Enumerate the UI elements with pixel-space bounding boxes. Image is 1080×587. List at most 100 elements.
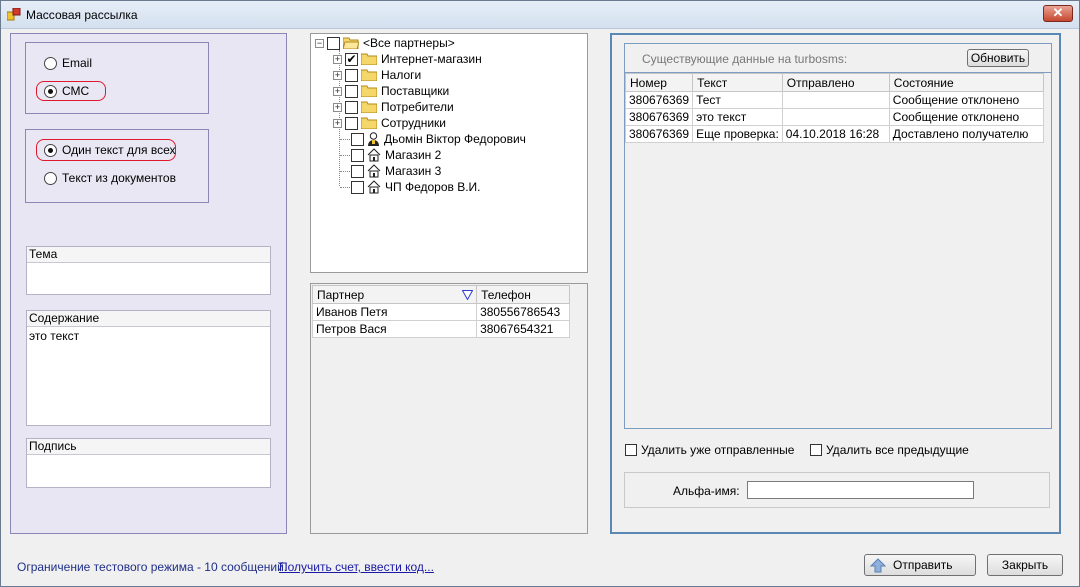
radio-doc-text[interactable]: Текст из документов [44,171,176,185]
delete-all-label: Удалить все предыдущие [826,443,969,457]
tree-node-checkbox[interactable] [351,148,364,162]
cell-sent[interactable] [781,108,890,126]
tree-node-checkbox[interactable] [345,68,358,82]
cell-number[interactable]: 380676369 [624,108,694,126]
send-button[interactable]: Отправить [864,554,976,576]
folder-icon [361,53,377,65]
tree-node-suppliers[interactable]: + Поставщики [333,83,449,99]
send-button-label: Отправить [893,558,953,572]
cell-partner[interactable]: Петров Вася [311,320,478,338]
table-row[interactable]: Иванов Петя 380556786543 [311,303,570,321]
tree-node-fedorov[interactable]: ЧП Федоров В.И. [351,179,481,195]
column-phone[interactable]: Телефон [476,285,570,304]
turbosms-group: Существующие данные на turbosms: Обновит… [610,33,1061,534]
delete-sent-checkbox[interactable]: Удалить уже отправленные [625,443,794,457]
column-partner[interactable]: Партнер [311,285,478,304]
cell-number[interactable]: 380676369 [624,125,694,143]
partners-grid[interactable]: Партнер Телефон Иванов Петя 380556786543 [310,283,588,534]
folder-icon [361,85,377,97]
filter-icon[interactable] [462,290,474,300]
tree-node-checkbox[interactable] [351,132,364,146]
close-button[interactable]: Закрыть [987,554,1063,576]
tree-node-taxes[interactable]: + Налоги [333,67,421,83]
tree-node-person[interactable]: Дьомін Віктор Федорович [351,131,526,147]
open-folder-icon [343,37,359,49]
tree-node-shop2[interactable]: Магазин 2 [351,147,441,163]
column-state[interactable]: Состояние [888,73,1044,92]
radio-email[interactable]: Email [44,56,92,70]
delete-all-box[interactable] [810,444,822,456]
expand-icon[interactable]: + [333,70,342,80]
tree-node-checkbox[interactable] [345,84,358,98]
table-row[interactable]: 380676369 Тест Сообщение отклонено [624,91,1044,109]
cell-text[interactable]: это текст [692,108,783,126]
column-number[interactable]: Номер [624,73,694,92]
cell-number[interactable]: 380676369 [624,91,694,109]
cell-partner[interactable]: Иванов Петя [311,303,478,321]
tree-node-checkbox[interactable] [351,164,364,178]
tree-node-consumers[interactable]: + Потребители [333,99,454,115]
tree-node-employees[interactable]: + Сотрудники [333,115,446,131]
get-invoice-link[interactable]: Получить счет, ввести код... [279,560,434,574]
expand-icon[interactable]: + [333,118,342,128]
expand-icon[interactable]: + [333,54,342,64]
turbosms-caption: Существующие данные на turbosms: [642,52,848,66]
table-row[interactable]: Петров Вася 38067654321 [311,320,570,338]
signature-field: Подпись [26,438,271,488]
radio-sms[interactable]: СМС [44,84,89,98]
alpha-name-label: Альфа-имя: [673,484,740,498]
turbosms-grid[interactable]: Номер Текст Отправлено Состояние 3806763… [624,72,1051,428]
delete-sent-box[interactable] [625,444,637,456]
radio-single-text-dot[interactable] [44,143,57,157]
tree-root-checkbox[interactable] [327,36,340,50]
cell-state[interactable]: Доставлено получателю [888,125,1044,143]
signature-input[interactable] [27,455,270,486]
column-text[interactable]: Текст [692,73,783,92]
cell-sent[interactable] [781,91,890,109]
window-title: Массовая рассылка [26,8,138,22]
subject-input[interactable] [27,263,270,293]
tree-node-label: Магазин 2 [385,148,442,162]
tree-node-label: Сотрудники [381,116,446,130]
column-sent[interactable]: Отправлено [781,73,890,92]
cell-phone[interactable]: 38067654321 [476,320,570,338]
delete-all-checkbox[interactable]: Удалить все предыдущие [810,443,969,457]
cell-text[interactable]: Еще проверка: [692,125,783,143]
delete-sent-label: Удалить уже отправленные [641,443,795,457]
subject-field: Тема [26,246,271,295]
status-text: Ограничение тестового режима - 10 сообще… [17,560,288,574]
tree-node-checkbox[interactable] [351,180,364,194]
cell-text[interactable]: Тест [692,91,783,109]
radio-doc-text-dot[interactable] [44,171,57,185]
collapse-icon[interactable]: − [315,38,324,48]
tree-node-shop3[interactable]: Магазин 3 [351,163,441,179]
tree-node-label: Потребители [381,100,454,114]
tree-node-label: Налоги [381,68,422,82]
alpha-name-input[interactable] [747,481,974,499]
cell-state[interactable]: Сообщение отклонено [888,108,1044,126]
refresh-button[interactable]: Обновить [967,49,1029,67]
alpha-name-box: Альфа-имя: [624,472,1050,508]
table-row[interactable]: 380676369 это текст Сообщение отклонено [624,108,1044,126]
radio-single-text[interactable]: Один текст для всех [44,143,175,157]
radio-sms-dot[interactable] [44,84,57,98]
radio-email-dot[interactable] [44,56,57,70]
radio-single-text-label: Один текст для всех [62,143,176,157]
cell-sent[interactable]: 04.10.2018 16:28 [781,125,890,143]
partner-tree[interactable]: − <Все партнеры> + ✔ Интернет-магазин + … [310,33,588,273]
close-window-button[interactable]: ✕ [1043,5,1073,22]
expand-icon[interactable]: + [333,86,342,96]
content-input[interactable]: это текст [27,327,270,423]
tree-root[interactable]: − <Все партнеры> [315,35,455,51]
tree-node-checkbox[interactable] [345,100,358,114]
tree-node-checkbox[interactable]: ✔ [345,52,358,66]
cell-state[interactable]: Сообщение отклонено [888,91,1044,109]
left-panel: Email СМС Один текст для всех Текст из д… [10,33,287,534]
radio-sms-label: СМС [62,84,90,98]
tree-node-checkbox[interactable] [345,116,358,130]
tree-node-internet-shop[interactable]: + ✔ Интернет-магазин [333,51,482,67]
table-row[interactable]: 380676369 Еще проверка: 04.10.2018 16:28… [624,125,1044,143]
cell-phone[interactable]: 380556786543 [476,303,570,321]
radio-email-label: Email [62,56,93,70]
expand-icon[interactable]: + [333,102,342,112]
